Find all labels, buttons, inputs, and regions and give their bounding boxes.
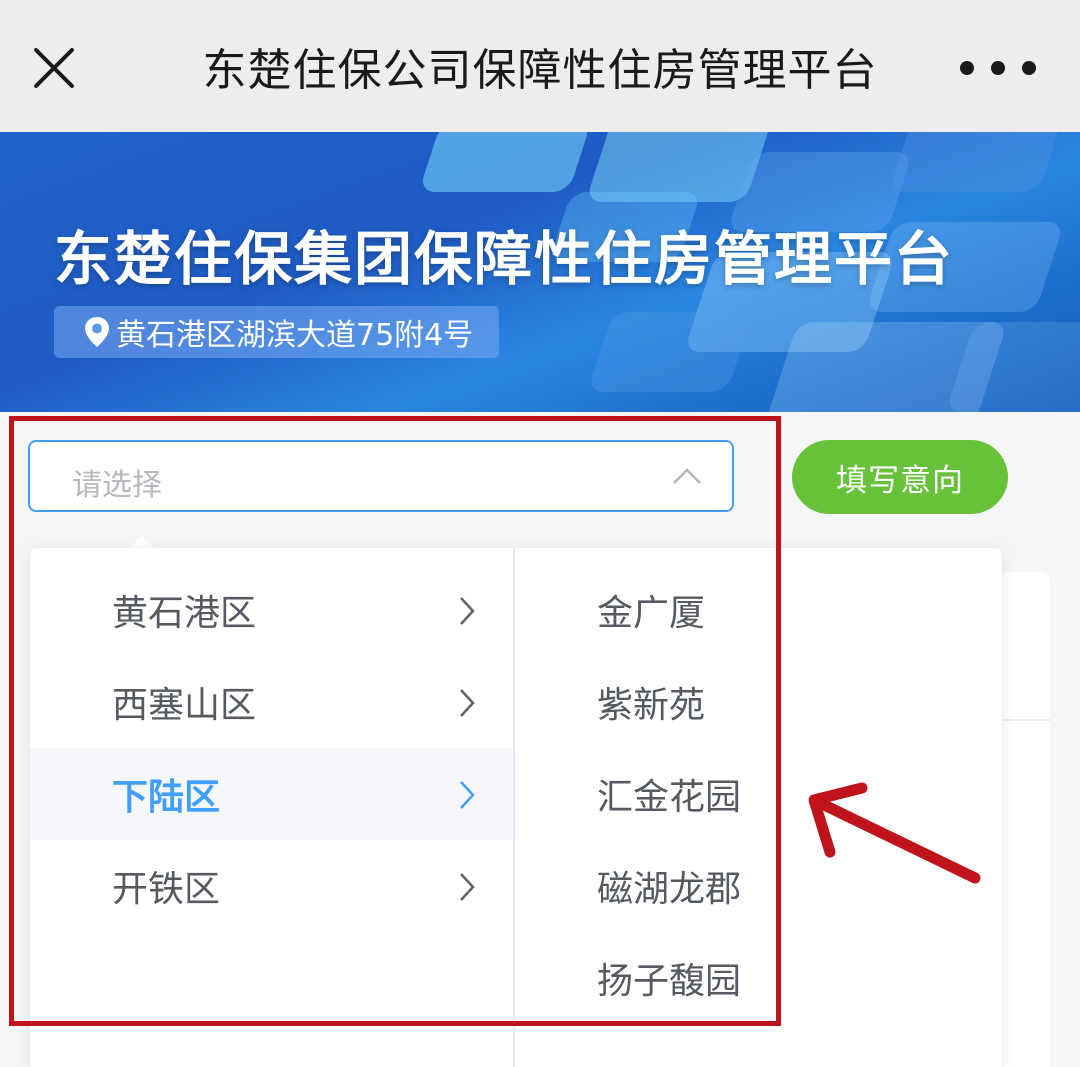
district-item[interactable]: 西塞山区	[30, 656, 513, 748]
divider	[1000, 719, 1050, 721]
close-icon[interactable]	[30, 44, 78, 92]
address-badge: 黄石港区湖滨大道75附4号	[54, 306, 500, 358]
community-item[interactable]: 金广厦	[515, 564, 1002, 656]
community-column: 金广厦 紫新苑 汇金花园 磁湖龙郡 扬子馥园	[515, 564, 1002, 1024]
community-item[interactable]: 紫新苑	[515, 656, 1002, 748]
community-item[interactable]: 磁湖龙郡	[515, 840, 1002, 932]
more-dots-icon[interactable]	[960, 58, 1036, 78]
chevron-right-icon	[460, 689, 475, 717]
chevron-right-icon	[460, 781, 475, 809]
chevron-right-icon	[460, 873, 475, 901]
select-placeholder: 请选择	[72, 468, 162, 503]
address-text: 黄石港区湖滨大道75附4号	[116, 318, 474, 353]
district-label: 开铁区	[112, 869, 221, 910]
chevron-up-icon	[673, 468, 701, 484]
location-pin-icon	[85, 317, 109, 347]
banner-title: 东楚住保集团保障性住房管理平台	[54, 225, 955, 293]
page-title: 东楚住保公司保障性住房管理平台	[202, 45, 878, 96]
district-label: 西塞山区	[112, 685, 257, 726]
district-label: 黄石港区	[112, 593, 257, 634]
community-label: 紫新苑	[597, 685, 706, 726]
nav-bar: 东楚住保公司保障性住房管理平台	[0, 0, 1080, 132]
community-label: 金广厦	[597, 593, 706, 634]
district-column: 黄石港区 西塞山区 下陆区 开铁区	[30, 564, 513, 932]
community-item[interactable]: 汇金花园	[515, 748, 1002, 840]
community-label: 扬子馥园	[597, 961, 742, 1002]
district-label: 下陆区	[112, 777, 221, 818]
chevron-right-icon	[460, 597, 475, 625]
district-select[interactable]: 请选择	[28, 440, 734, 512]
community-label: 汇金花园	[597, 777, 742, 818]
hero-banner: 东楚住保集团保障性住房管理平台 黄石港区湖滨大道75附4号	[0, 132, 1080, 412]
district-item[interactable]: 黄石港区	[30, 564, 513, 656]
fill-intention-button[interactable]: 填写意向	[792, 440, 1008, 514]
community-item[interactable]: 扬子馥园	[515, 932, 1002, 1024]
cascader-panel: 黄石港区 西塞山区 下陆区 开铁区 金广厦 紫新苑 汇金花园 磁湖龙郡 扬子馥园	[30, 548, 1002, 1067]
background-card	[1000, 572, 1050, 1067]
district-item[interactable]: 开铁区	[30, 840, 513, 932]
district-item-active[interactable]: 下陆区	[30, 748, 513, 840]
community-label: 磁湖龙郡	[597, 869, 742, 910]
